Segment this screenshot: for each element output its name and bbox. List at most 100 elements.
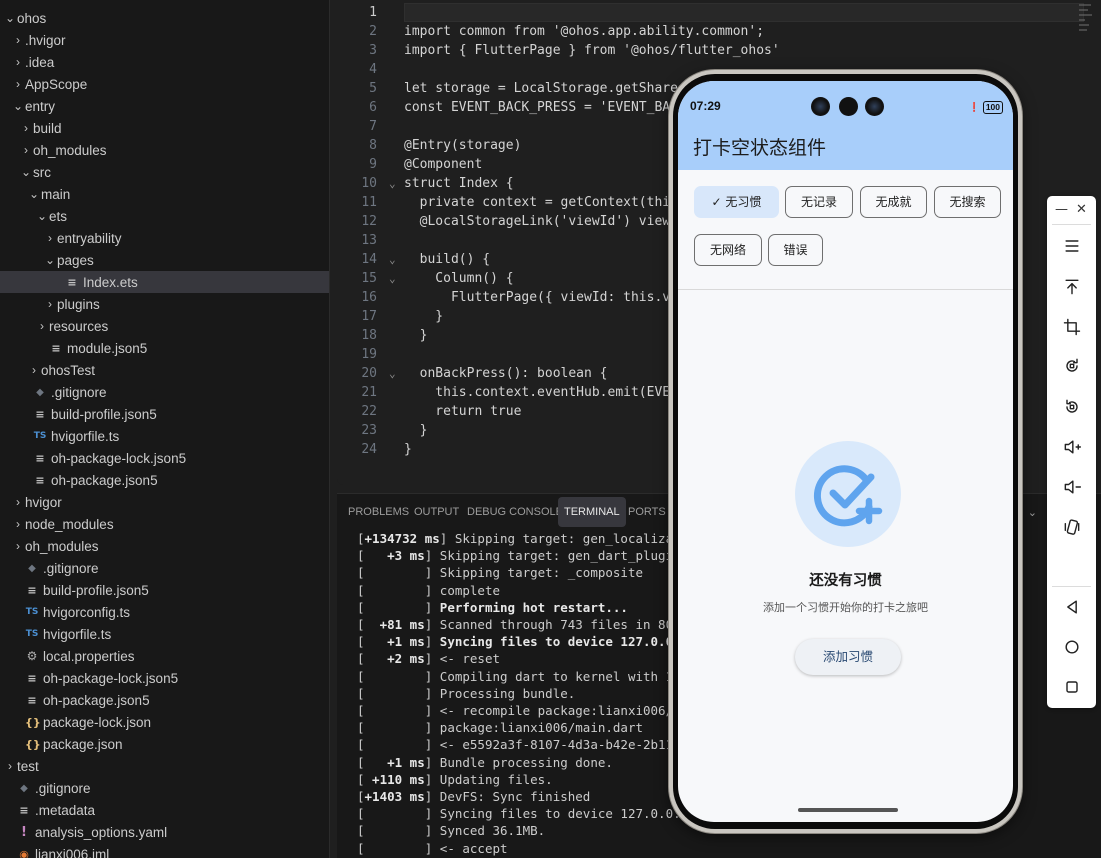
explorer-item[interactable]: › build — [0, 117, 329, 139]
state-chip-group: ✓ 无习惯 无记录 无成就 无搜索无网络 错误 — [678, 170, 1013, 290]
minimize-button[interactable]: — — [1055, 202, 1068, 218]
explorer-item[interactable]: › AppScope — [0, 73, 329, 95]
explorer-item[interactable]: ⌄ src — [0, 161, 329, 183]
terminal-message: <- reset — [432, 651, 501, 667]
chevron-down-icon[interactable]: ⌄ — [1028, 506, 1037, 519]
rotate-left-button[interactable] — [1047, 353, 1096, 379]
explorer-item[interactable]: › .idea — [0, 51, 329, 73]
code-line[interactable]: 3 import { FlutterPage } from '@ohos/flut… — [337, 41, 1101, 60]
explorer-item[interactable]: › plugins — [0, 293, 329, 315]
explorer-item[interactable]: ≡ module.json5 — [0, 337, 329, 359]
bracket: [ — [357, 548, 365, 564]
pin-top-button[interactable] — [1047, 274, 1096, 300]
panel-tab-debug-console[interactable]: DEBUG CONSOLE — [461, 497, 569, 527]
explorer-item[interactable]: TS hvigorfile.ts — [0, 425, 329, 447]
explorer-item-label: oh-package.json5 — [43, 692, 150, 708]
bracket: [ — [357, 737, 365, 753]
shake-button[interactable] — [1047, 514, 1096, 540]
home-button[interactable] — [1047, 634, 1096, 660]
bracket: [ — [357, 634, 365, 650]
add-habit-button[interactable]: 添加习惯 — [795, 639, 901, 675]
chevron-down-icon: ⌄ — [20, 165, 32, 179]
explorer-item[interactable]: ! analysis_options.yaml — [0, 821, 329, 843]
crop-button[interactable] — [1047, 314, 1096, 340]
explorer-item[interactable]: › oh_modules — [0, 139, 329, 161]
explorer-item[interactable]: ≡ oh-package.json5 — [0, 469, 329, 491]
elapsed-time: +2 ms — [364, 651, 425, 667]
explorer-item[interactable]: › ohosTest — [0, 359, 329, 381]
explorer-item[interactable]: › resources — [0, 315, 329, 337]
explorer-item[interactable]: › hvigor — [0, 491, 329, 513]
elapsed-time — [365, 823, 425, 838]
panel-tab-output[interactable]: OUTPUT — [408, 497, 465, 527]
code-text: import { FlutterPage } from '@ohos/flutt… — [404, 43, 780, 58]
volume-down-button[interactable] — [1047, 474, 1096, 500]
explorer-item[interactable]: ≡ Index.ets — [0, 271, 329, 293]
panel-tab-ports[interactable]: PORTS — [622, 497, 672, 527]
back-button[interactable] — [1047, 594, 1096, 620]
code-line[interactable]: 2 import common from '@ohos.app.ability.c… — [337, 22, 1101, 41]
chip-4[interactable]: 无搜索 — [934, 186, 1001, 218]
panel-tab-terminal[interactable]: TERMINAL — [558, 497, 626, 527]
explorer-item[interactable]: ≡ oh-package-lock.json5 — [0, 667, 329, 689]
toolbar-divider — [1052, 586, 1091, 587]
fold-chevron-icon[interactable]: ⌄ — [389, 364, 396, 383]
explorer-item[interactable]: › node_modules — [0, 513, 329, 535]
explorer-item[interactable]: ⌄ entry — [0, 95, 329, 117]
terminal-message: DevFS: Sync finished — [432, 789, 591, 804]
phone-screen[interactable]: 07:29 ❗ 100 打卡空状态组件 ✓ 无习惯 无记录 无成就 无搜索 无网络 错误 … — [678, 81, 1013, 822]
explorer-item-label: build — [33, 120, 62, 136]
chip-6[interactable]: 错误 — [768, 234, 823, 266]
menu-button[interactable] — [1047, 233, 1096, 259]
explorer-item[interactable]: {} package.json — [0, 733, 329, 755]
fold-chevron-icon[interactable]: ⌄ — [389, 174, 396, 193]
explorer-item[interactable]: ⚙ local.properties — [0, 645, 329, 667]
terminal-line: [ ] Performing hot restart... — [357, 599, 628, 616]
explorer-item[interactable]: {} package-lock.json — [0, 711, 329, 733]
chip-1[interactable]: ✓ 无习惯 — [694, 186, 779, 218]
close-button[interactable]: ✕ — [1076, 202, 1087, 218]
code-line[interactable]: 1 — [337, 3, 1101, 22]
volume-up-button[interactable] — [1047, 434, 1096, 460]
explorer-item[interactable]: › oh_modules — [0, 535, 329, 557]
explorer-item[interactable]: TS hvigorconfig.ts — [0, 601, 329, 623]
explorer-item[interactable]: ◆ .gitignore — [0, 557, 329, 579]
app-title: 打卡空状态组件 — [693, 137, 827, 159]
explorer-item[interactable]: ≡ oh-package.json5 — [0, 689, 329, 711]
fold-chevron-icon[interactable]: ⌄ — [389, 269, 396, 288]
camera-lens-icon — [865, 97, 884, 116]
explorer-item[interactable]: ◆ .gitignore — [0, 777, 329, 799]
elapsed-time — [365, 686, 425, 701]
check-icon: ✓ — [711, 195, 726, 209]
explorer-item[interactable]: › test — [0, 755, 329, 777]
home-indicator[interactable] — [798, 808, 898, 812]
explorer-item[interactable]: ⌄ ohos — [0, 7, 329, 29]
rotate-right-button[interactable] — [1047, 394, 1096, 420]
recents-button[interactable] — [1047, 674, 1096, 700]
terminal-line: [ ] Skipping target: _composite — [357, 564, 643, 581]
explorer-item[interactable]: › entryability — [0, 227, 329, 249]
explorer-item[interactable]: TS hvigorfile.ts — [0, 623, 329, 645]
explorer-item[interactable]: ⌄ main — [0, 183, 329, 205]
explorer-item[interactable]: ≡ build-profile.json5 — [0, 403, 329, 425]
phone-emulator-frame: 07:29 ❗ 100 打卡空状态组件 ✓ 无习惯 无记录 无成就 无搜索 无网络 错误 … — [669, 70, 1022, 833]
explorer-item[interactable]: ◆ .gitignore — [0, 381, 329, 403]
explorer-item[interactable]: ≡ .metadata — [0, 799, 329, 821]
explorer-item[interactable]: ⌄ ets — [0, 205, 329, 227]
chip-3[interactable]: 无成就 — [860, 186, 927, 218]
terminal-message: Performing hot restart... — [432, 599, 628, 615]
chip-5[interactable]: 无网络 — [694, 234, 762, 266]
json-file-icon: {} — [25, 737, 41, 751]
explorer-item-label: .gitignore — [35, 780, 91, 796]
chip-2[interactable]: 无记录 — [785, 186, 853, 218]
panel-tab-problems[interactable]: PROBLEMS — [342, 497, 415, 527]
chevron-down-icon: ⌄ — [44, 253, 56, 267]
app-bar: 07:29 ❗ 100 打卡空状态组件 — [678, 81, 1013, 170]
explorer-item[interactable]: ≡ build-profile.json5 — [0, 579, 329, 601]
bracket: [ — [357, 599, 365, 615]
explorer-item[interactable]: › .hvigor — [0, 29, 329, 51]
fold-chevron-icon[interactable]: ⌄ — [389, 250, 396, 269]
explorer-item[interactable]: ⌄ pages — [0, 249, 329, 271]
explorer-item[interactable]: ◉ lianxi006.iml — [0, 843, 329, 858]
explorer-item[interactable]: ≡ oh-package-lock.json5 — [0, 447, 329, 469]
